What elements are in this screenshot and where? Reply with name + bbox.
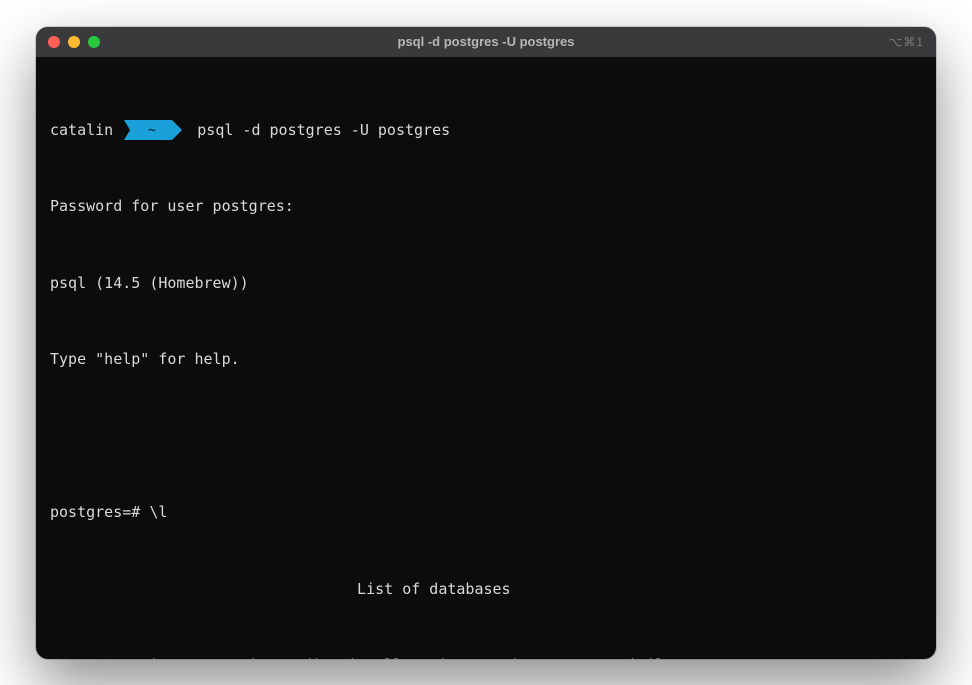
titlebar: psql -d postgres -U postgres ⌥⌘1 xyxy=(36,27,936,57)
window-title: psql -d postgres -U postgres xyxy=(36,34,936,49)
output-version: psql (14.5 (Homebrew)) xyxy=(50,271,922,297)
prompt-command: psql -d postgres -U postgres xyxy=(197,118,450,144)
shell-prompt-line: catalin ~ psql -d postgres -U postgres xyxy=(50,118,922,144)
terminal-window: psql -d postgres -U postgres ⌥⌘1 catalin… xyxy=(36,27,936,659)
prompt-dir: ~ xyxy=(148,123,156,138)
prompt-user: catalin xyxy=(50,118,113,144)
terminal-body[interactable]: catalin ~ psql -d postgres -U postgres P… xyxy=(36,57,936,659)
output-help: Type "help" for help. xyxy=(50,347,922,373)
table-title: List of databases xyxy=(50,577,922,603)
blank-line-1 xyxy=(50,424,922,450)
prompt-path-arrow-icon: ~ xyxy=(124,120,184,140)
table-header: Name | Owner | Encoding | Collate | Ctyp… xyxy=(50,653,922,659)
psql-list-cmd: postgres=# \l xyxy=(50,500,922,526)
output-password: Password for user postgres: xyxy=(50,194,922,220)
